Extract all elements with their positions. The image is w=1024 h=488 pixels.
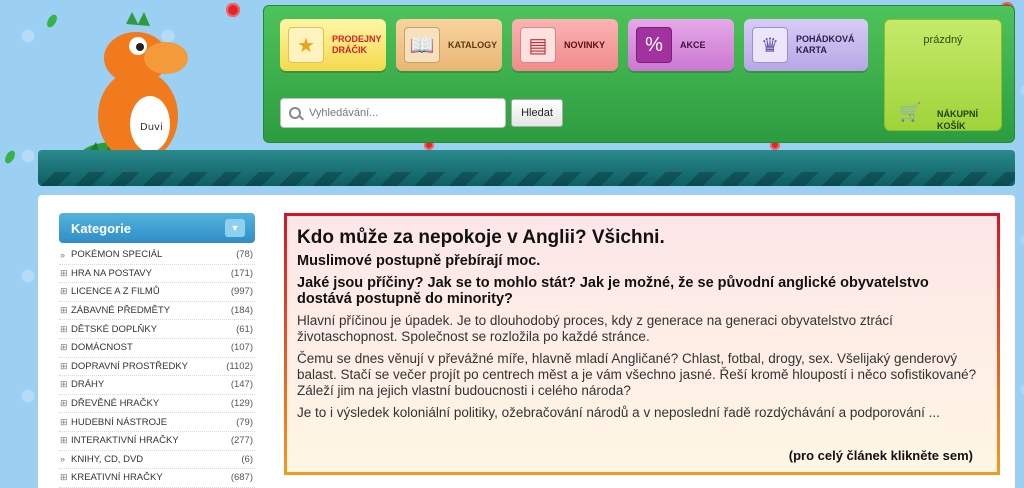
newspaper-icon: ▤ [520,27,556,63]
expand-icon[interactable]: ⊞ [59,472,71,483]
category-item[interactable]: ⊞ HRA NA POSTAVY (171) [59,265,255,284]
crown-card-icon: ♛ [752,27,788,63]
shopping-cart-panel[interactable]: prázdný 🛒 NÁKUPNÍ KOŠÍK [884,19,1002,131]
nav-label: AKCE [680,39,706,50]
category-item[interactable]: ⊞ DĚTSKÉ DOPLŇKY (61) [59,320,255,339]
category-count: (1102) [226,360,253,372]
category-count: (171) [230,267,253,279]
category-item[interactable]: ⊞ HUDEBNÍ NÁSTROJE (79) [59,413,255,432]
category-label[interactable]: DOMÁCNOST [71,342,231,353]
book-icon: 📖 [404,27,440,63]
category-label[interactable]: DŘEVĚNÉ HRAČKY [71,398,231,409]
decorative-leaf [45,12,59,30]
nav-akce-button[interactable]: % AKCE [628,19,734,71]
article-title[interactable]: Kdo může za nepokoje v Anglii? Všichni. [297,226,987,250]
expand-icon[interactable]: ⊞ [59,324,71,335]
category-item[interactable]: ⊞ INTERAKTIVNÍ HRAČKY (277) [59,432,255,451]
category-label[interactable]: INTERAKTIVNÍ HRAČKY [71,435,231,446]
category-item[interactable]: ⊞ DOPRAVNÍ PROSTŘEDKY (1102) [59,358,255,377]
article-paragraph: Je to i výsledek koloniální politiky, ož… [297,405,940,420]
category-label[interactable]: DĚTSKÉ DOPLŇKY [71,324,236,335]
category-label[interactable]: LICENCE A Z FILMŮ [71,286,231,297]
nav-pohadkova-karta-button[interactable]: ♛ POHÁDKOVÁ KARTA [744,19,868,71]
search-input[interactable] [309,107,499,119]
search-field[interactable] [280,98,506,128]
category-label[interactable]: KNIHY, CD, DVD [71,454,241,465]
nav-label: PRODEJNY DRÁČIK [332,34,382,55]
category-label[interactable]: HRA NA POSTAVY [71,268,231,279]
category-count: (107) [230,342,253,354]
article-subtitle: Muslimové postupně přebírají moc. [297,253,541,269]
expand-icon[interactable]: ⊞ [59,342,71,353]
category-label[interactable]: DOPRAVNÍ PROSTŘEDKY [71,361,226,372]
nav-novinky-button[interactable]: ▤ NOVINKY [512,19,618,71]
search-button[interactable]: Hledat [511,99,563,127]
star-icon: ★ [288,27,324,63]
category-label[interactable]: KREATIVNÍ HRAČKY [71,472,231,483]
article-paragraph: Čemu se dnes věnují v převážné míře, hla… [297,351,977,398]
cart-label: NÁKUPNÍ KOŠÍK [937,109,979,131]
category-count: (997) [230,286,253,298]
svg-text:Duvi: Duvi [140,122,163,133]
category-item[interactable]: » KNIHY, CD, DVD (6) [59,451,255,470]
expand-icon[interactable]: ⊞ [59,398,71,409]
category-item[interactable]: ⊞ LICENCE A Z FILMŮ (997) [59,283,255,302]
category-item[interactable]: ⊞ DŘEVĚNÉ HRAČKY (129) [59,395,255,414]
category-item[interactable]: » POKÉMON SPECIÁL (78) [59,246,255,265]
expand-icon[interactable]: ⊞ [59,435,71,446]
shopping-cart-icon: 🛒 [899,102,922,122]
expand-icon[interactable]: ⊞ [59,305,71,316]
category-item[interactable]: ⊞ KREATIVNÍ HRAČKY (687) [59,469,255,488]
expand-icon[interactable]: ⊞ [59,268,71,279]
category-item[interactable]: ⊞ ZÁBAVNÉ PŘEDMĚTY (184) [59,302,255,321]
search-icon [289,107,301,119]
category-count: (147) [230,379,253,391]
category-label[interactable]: POKÉMON SPECIÁL [71,249,236,260]
category-label[interactable]: ZÁBAVNÉ PŘEDMĚTY [71,305,231,316]
price-tag-icon: % [636,27,672,63]
article-card[interactable]: Kdo může za nepokoje v Anglii? Všichni. … [284,213,1000,475]
category-count: (129) [230,398,253,410]
expand-icon[interactable]: ⊞ [59,361,71,372]
category-item[interactable]: ⊞ DOMÁCNOST (107) [59,339,255,358]
nav-label: KATALOGY [448,39,498,50]
article-question: Jaké jsou příčiny? Jak se to mohlo stát?… [297,275,929,307]
cart-status: prázdný [923,34,963,46]
expand-icon[interactable]: ⊞ [59,286,71,297]
expand-icon[interactable]: » [59,454,71,464]
category-count: (61) [236,323,253,335]
nav-label: POHÁDKOVÁ KARTA [796,34,855,55]
expand-icon[interactable]: ⊞ [59,417,71,428]
expand-icon[interactable]: ⊞ [59,379,71,390]
nav-katalogy-button[interactable]: 📖 KATALOGY [396,19,502,71]
category-header[interactable]: Kategorie ▼ [59,213,255,243]
category-count: (79) [236,416,253,428]
category-count: (184) [230,305,253,317]
read-more-link[interactable]: (pro celý článek klikněte sem) [789,448,973,463]
expand-icon[interactable]: » [59,250,71,260]
header-panel: ★ PRODEJNY DRÁČIK 📖 KATALOGY ▤ NOVINKY %… [263,5,1015,143]
decorative-flower [226,3,240,17]
nav-prodejny-button[interactable]: ★ PRODEJNY DRÁČIK [280,19,386,71]
category-title: Kategorie [71,220,131,236]
nav-label: NOVINKY [564,39,606,50]
category-item[interactable]: ⊞ DRÁHY (147) [59,376,255,395]
category-list: » POKÉMON SPECIÁL (78) ⊞ HRA NA POSTAVY (171)… [59,246,255,488]
category-count: (78) [236,249,253,261]
chevron-down-icon[interactable]: ▼ [225,219,245,237]
category-count: (6) [241,453,253,465]
decorative-band [38,150,1015,186]
category-count: (277) [230,435,253,447]
category-count: (687) [230,472,253,484]
decorative-leaf [3,148,17,166]
article-paragraph: Hlavní příčinou je úpadek. Je to dlouhod… [297,313,893,344]
category-label[interactable]: DRÁHY [71,379,231,390]
category-label[interactable]: HUDEBNÍ NÁSTROJE [71,417,236,428]
